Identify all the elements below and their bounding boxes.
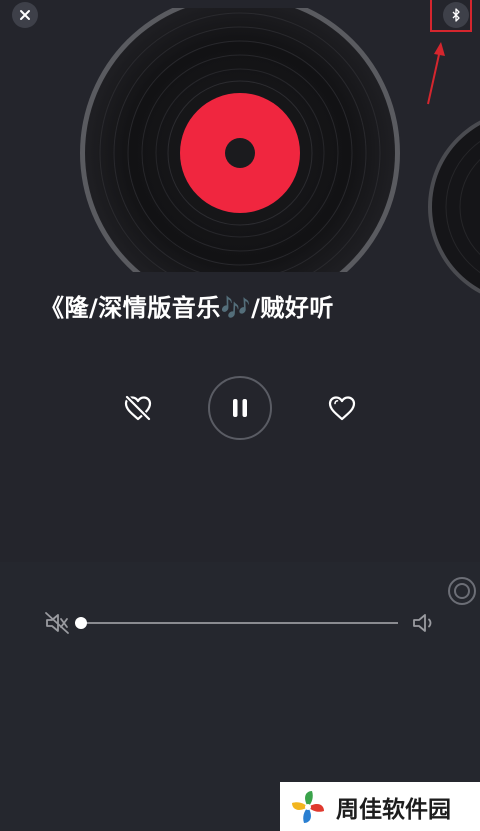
assistive-touch-icon (454, 583, 470, 599)
volume-mute-icon[interactable] (44, 611, 70, 635)
annotation-arrow (427, 42, 445, 105)
close-icon (20, 10, 30, 20)
heart-slash-icon (124, 395, 152, 421)
song-title: 《隆/深情版音乐🎶/贼好听 (40, 294, 334, 322)
like-button[interactable] (324, 390, 360, 426)
close-button[interactable] (12, 2, 38, 28)
pause-button[interactable] (208, 376, 272, 440)
watermark: 周佳软件园 (280, 782, 480, 831)
volume-up-icon[interactable] (410, 611, 436, 635)
volume-slider-knob[interactable] (75, 617, 87, 629)
pinwheel-logo-icon (292, 790, 324, 823)
pause-icon (233, 399, 247, 417)
record-spindle-hole (225, 138, 255, 168)
music-player-screen: 《隆/深情版音乐🎶/贼好听 周佳软件园 (0, 0, 480, 831)
vinyl-record (80, 8, 400, 272)
assistive-touch-button[interactable] (448, 577, 476, 605)
next-vinyl-record (428, 120, 480, 294)
dislike-button[interactable] (120, 390, 156, 426)
annotation-highlight-box (430, 0, 472, 32)
heart-icon (328, 396, 356, 421)
volume-slider-track[interactable] (82, 622, 398, 624)
watermark-text: 周佳软件园 (336, 796, 451, 823)
